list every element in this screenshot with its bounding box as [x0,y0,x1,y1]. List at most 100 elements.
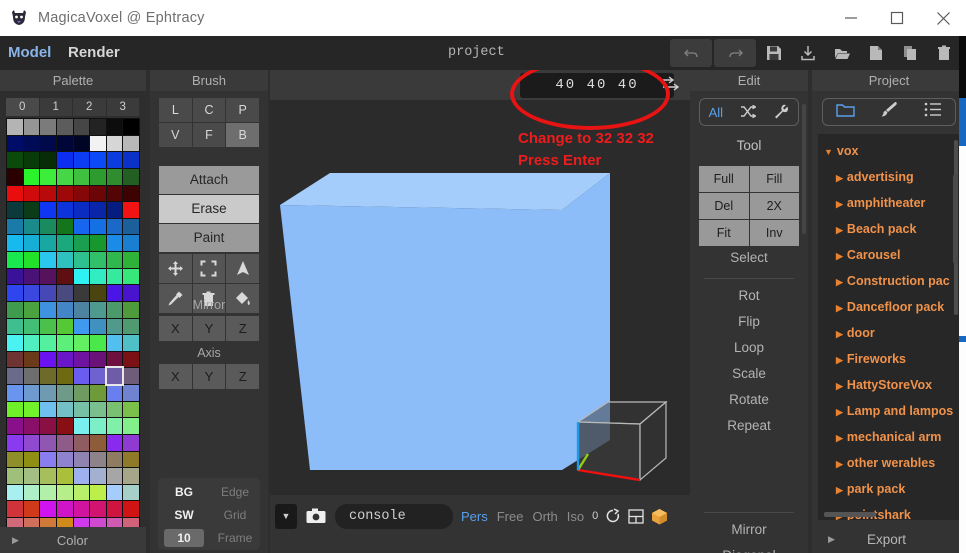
palette-swatch[interactable] [123,119,139,135]
palette-swatch[interactable] [40,152,56,168]
palette-swatch[interactable] [90,335,106,351]
brush-mode-b[interactable]: B [226,123,259,147]
download-icon[interactable] [792,39,824,67]
frame-value[interactable]: 10 [164,529,204,547]
palette-swatch[interactable] [123,435,139,451]
palette-swatch[interactable] [40,219,56,235]
brush-mode-l[interactable]: L [159,98,192,122]
palette-swatch[interactable] [57,202,73,218]
palette-swatch[interactable] [7,302,23,318]
palette-swatch[interactable] [57,186,73,202]
chevron-right-icon[interactable]: ▶ [836,303,843,313]
palette-swatch[interactable] [123,501,139,517]
brush-mode-row-1[interactable]: LCP [159,98,259,122]
palette-swatch[interactable] [74,269,90,285]
mirror-axis-x[interactable]: X [159,316,192,341]
palette-swatch[interactable] [24,235,40,251]
palette-swatch[interactable] [90,136,106,152]
palette-swatch[interactable] [107,136,123,152]
axis-z[interactable]: Z [226,364,259,389]
palette-swatch[interactable] [90,219,106,235]
palette-swatch[interactable] [74,485,90,501]
palette-swatch[interactable] [123,136,139,152]
palette-swatch[interactable] [57,235,73,251]
palette-swatch[interactable] [7,169,23,185]
palette-swatch[interactable] [123,385,139,401]
palette-swatch[interactable] [57,302,73,318]
menu-item-render[interactable]: Render [68,36,120,70]
project-tree-item[interactable]: ▼vox [818,138,960,164]
palette-swatch[interactable] [74,136,90,152]
transform-flip[interactable]: Flip [690,314,808,329]
palette-swatch[interactable] [123,468,139,484]
palette-swatch[interactable] [90,235,106,251]
undo-icon[interactable] [670,39,712,67]
palette-swatch[interactable] [90,202,106,218]
modifier-mirror[interactable]: Mirror [690,522,808,537]
sw-grid-row[interactable]: SW Grid [158,503,260,527]
grid-toggle[interactable]: Grid [210,508,260,522]
palette-swatch[interactable] [7,501,23,517]
transform-rotate[interactable]: Rotate [690,392,808,407]
list-icon[interactable] [924,102,942,122]
select-region-icon[interactable] [193,254,226,283]
palette-swatch[interactable] [123,352,139,368]
tool-button-full[interactable]: Full [699,166,749,192]
palette-swatch[interactable] [107,186,123,202]
palette-swatch[interactable] [40,119,56,135]
project-tree-item[interactable]: ▶door [818,320,960,346]
palette-swatch[interactable] [74,418,90,434]
palette-swatch[interactable] [57,452,73,468]
palette-swatch[interactable] [7,152,23,168]
transform-rot[interactable]: Rot [690,288,808,303]
chevron-right-icon[interactable]: ▶ [836,407,843,417]
palette-swatch[interactable] [90,269,106,285]
chevron-down-icon[interactable]: ▼ [275,504,297,529]
project-tree-item[interactable]: ▶advertising [818,164,960,190]
brush-mode-v[interactable]: V [159,123,192,147]
palette-swatch[interactable] [40,468,56,484]
palette-swatch[interactable] [57,169,73,185]
chevron-right-icon[interactable]: ▶ [836,251,843,261]
palette-swatch[interactable] [74,302,90,318]
palette-swatch[interactable] [90,319,106,335]
palette-swatch[interactable] [90,452,106,468]
palette-swatch[interactable] [74,385,90,401]
palette-swatch[interactable] [57,435,73,451]
palette-swatch[interactable] [123,152,139,168]
palette-swatch[interactable] [74,368,90,384]
palette-swatch[interactable] [40,402,56,418]
palette-swatch[interactable] [90,402,106,418]
palette-swatch[interactable] [24,418,40,434]
chevron-down-icon[interactable]: ▼ [824,147,833,157]
palette-swatch[interactable] [74,335,90,351]
palette-swatch[interactable] [90,186,106,202]
palette-swatch[interactable] [7,402,23,418]
chevron-right-icon[interactable]: ▶ [836,355,843,365]
palette-swatch[interactable] [74,252,90,268]
palette-swatch[interactable] [123,169,139,185]
palette-swatch[interactable] [123,302,139,318]
palette-swatch[interactable] [7,119,23,135]
palette-swatch[interactable] [90,418,106,434]
palette-swatch[interactable] [40,302,56,318]
palette-swatch[interactable] [107,302,123,318]
palette-swatch[interactable] [107,235,123,251]
tool-button-del[interactable]: Del [699,193,749,219]
palette-swatch[interactable] [7,385,23,401]
palette-swatch[interactable] [40,435,56,451]
palette-swatch[interactable] [107,452,123,468]
project-tree-item[interactable]: ▶Construction pac [818,268,960,294]
camera-mode-free[interactable]: Free [496,509,525,524]
palette-swatch[interactable] [90,385,106,401]
palette-swatch[interactable] [40,385,56,401]
brush-mode-row-2[interactable]: VFB [159,123,259,147]
palette-swatch[interactable] [74,452,90,468]
palette-swatch[interactable] [7,418,23,434]
edge-toggle[interactable]: Edge [210,485,260,499]
palette-swatch[interactable] [57,219,73,235]
palette-swatch[interactable] [107,219,123,235]
palette-swatch[interactable] [57,468,73,484]
palette-swatch[interactable] [7,352,23,368]
tool-button-inv[interactable]: Inv [750,220,800,246]
